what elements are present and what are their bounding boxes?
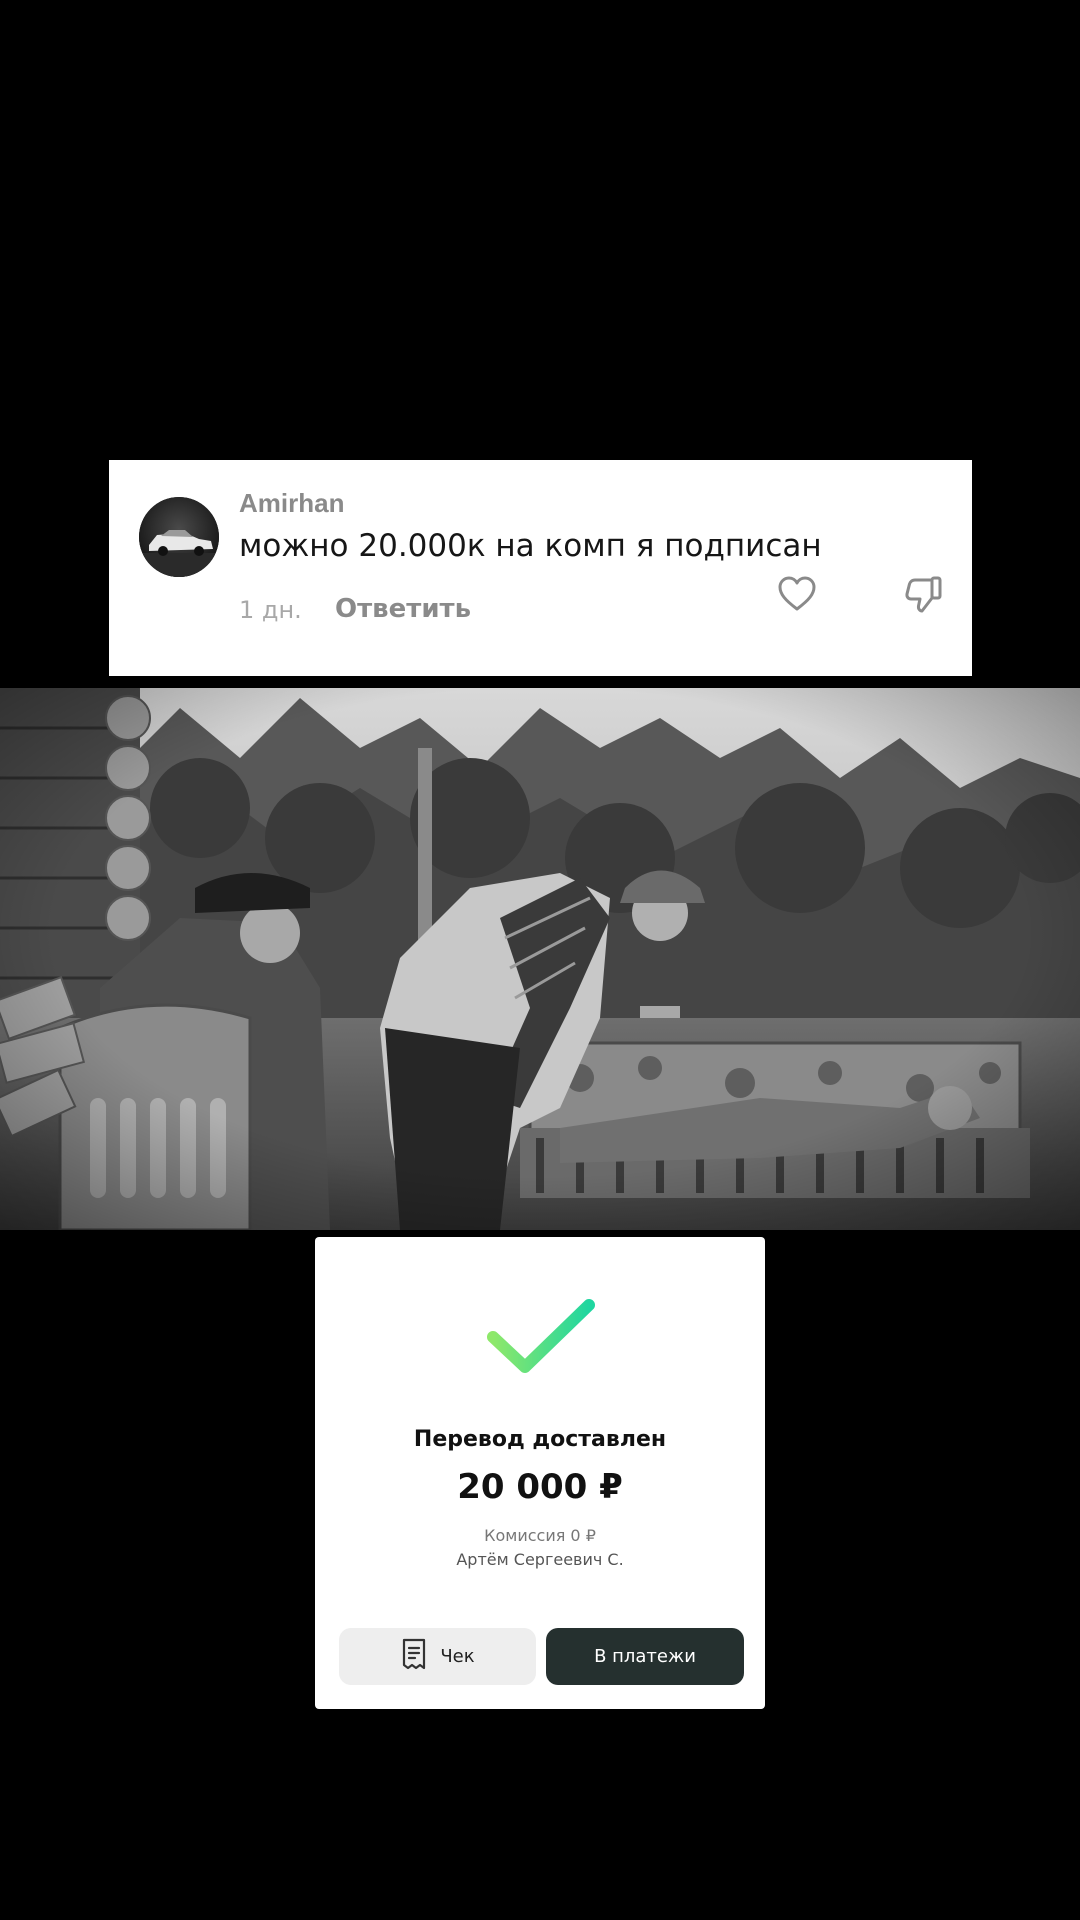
receipt-button[interactable]: Чек	[339, 1628, 536, 1685]
transfer-amount: 20 000 ₽	[457, 1467, 623, 1507]
porch-scene-photo	[0, 688, 1080, 1230]
avatar[interactable]	[139, 497, 219, 577]
heart-icon[interactable]	[775, 572, 819, 616]
transfer-card: Перевод доставлен 20 000 ₽ Комиссия 0 ₽ …	[315, 1237, 765, 1709]
recipient-name: Артём Сергеевич С.	[456, 1550, 624, 1569]
transfer-status: Перевод доставлен	[413, 1427, 667, 1452]
payments-button[interactable]: В платежи	[546, 1628, 744, 1685]
comment-text: можно 20.000к на комп я подписан	[239, 528, 822, 564]
receipt-label: Чек	[440, 1646, 475, 1667]
checkmark-icon	[485, 1297, 597, 1377]
payments-label: В платежи	[594, 1646, 696, 1667]
thumbs-down-icon[interactable]	[901, 572, 945, 616]
comment-card: Amirhan можно 20.000к на комп я подписан…	[109, 460, 972, 676]
comment-time: 1 дн.	[239, 596, 302, 624]
reply-button[interactable]: Ответить	[335, 594, 471, 624]
receipt-icon	[400, 1638, 428, 1675]
page: Amirhan можно 20.000к на комп я подписан…	[0, 0, 1080, 1920]
comment-author[interactable]: Amirhan	[239, 488, 344, 519]
commission-text: Комиссия 0 ₽	[484, 1526, 596, 1545]
